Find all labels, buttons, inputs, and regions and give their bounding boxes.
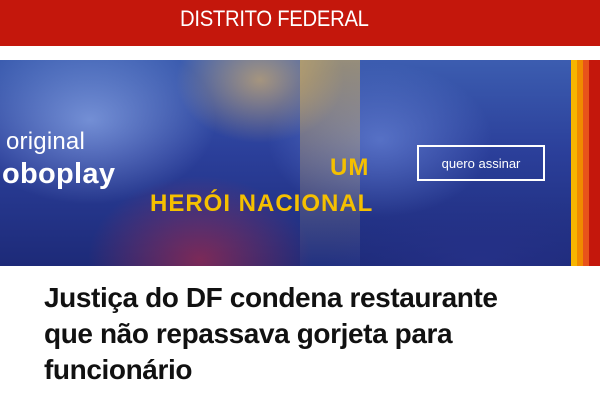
ad-banner[interactable]: original oboplay UM HERÓI NACIONAL quero… [0,60,600,266]
section-title[interactable]: DISTRITO FEDERAL [180,6,369,32]
banner-brand-logo: oboplay [2,158,116,190]
article-title[interactable]: Justiça do DF condena restaurante que nã… [44,280,514,388]
subscribe-button[interactable]: quero assinar [417,145,545,181]
header-separator [0,46,600,60]
page: DISTRITO FEDERAL original oboplay UM HER… [0,0,600,400]
banner-headline-line2: HERÓI NACIONAL [150,190,374,217]
banner-stripes-decoration [571,60,600,266]
banner-brand-original: original [6,128,85,155]
banner-stripe [589,60,600,266]
section-header-bar: DISTRITO FEDERAL [0,0,600,46]
banner-headline-line1: UM [330,154,370,181]
